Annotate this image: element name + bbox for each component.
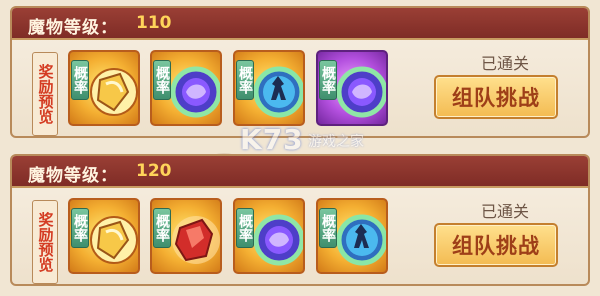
probability-label: 概率 bbox=[72, 66, 88, 94]
probability-label: 概率 bbox=[154, 66, 170, 94]
team-challenge-button-label: 组队挑战 bbox=[452, 234, 540, 258]
monster-level-value: 120 bbox=[136, 161, 172, 181]
reward-slot[interactable]: 概率 bbox=[150, 50, 222, 126]
panel-header: 魔物等级： 120 bbox=[12, 156, 588, 188]
monster-level-panel: 魔物等级： 120 奖励预览 概率 概率 概率 概率 已通关 组队挑战 bbox=[10, 154, 590, 286]
monster-level-label: 魔物等级： bbox=[28, 166, 118, 186]
team-challenge-button[interactable]: 组队挑战 bbox=[434, 223, 558, 267]
probability-badge: 概率 bbox=[319, 60, 337, 100]
reward-slot[interactable]: 概率 bbox=[68, 50, 140, 126]
reward-preview-tag: 奖励预览 bbox=[32, 52, 58, 136]
team-challenge-button-label: 组队挑战 bbox=[452, 86, 540, 110]
probability-badge: 概率 bbox=[319, 208, 337, 248]
team-challenge-button[interactable]: 组队挑战 bbox=[434, 75, 558, 119]
probability-label: 概率 bbox=[154, 214, 170, 242]
probability-label: 概率 bbox=[320, 66, 336, 94]
reward-preview-tag: 奖励预览 bbox=[32, 200, 58, 284]
probability-badge: 概率 bbox=[153, 60, 171, 100]
monster-level-panel: 魔物等级： 110 奖励预览 概率 概率 概率 概率 已通关 组队挑战 bbox=[10, 6, 590, 138]
monster-level-label: 魔物等级： bbox=[28, 18, 118, 38]
probability-label: 概率 bbox=[72, 214, 88, 242]
cleared-status: 已通关 bbox=[480, 202, 529, 221]
cleared-status: 已通关 bbox=[480, 54, 529, 73]
reward-slot[interactable]: 概率 bbox=[150, 198, 222, 274]
probability-label: 概率 bbox=[237, 214, 253, 242]
monster-level-value: 110 bbox=[136, 13, 172, 33]
probability-label: 概率 bbox=[320, 214, 336, 242]
probability-label: 概率 bbox=[237, 66, 253, 94]
reward-slot[interactable]: 概率 bbox=[316, 50, 388, 126]
reward-preview-text: 奖励预览 bbox=[36, 64, 55, 124]
reward-slot[interactable]: 概率 bbox=[68, 198, 140, 274]
probability-badge: 概率 bbox=[71, 208, 89, 248]
probability-badge: 概率 bbox=[71, 60, 89, 100]
reward-slot[interactable]: 概率 bbox=[233, 198, 305, 274]
reward-slot[interactable]: 概率 bbox=[233, 50, 305, 126]
panel-header: 魔物等级： 110 bbox=[12, 8, 588, 40]
probability-badge: 概率 bbox=[236, 208, 254, 248]
probability-badge: 概率 bbox=[153, 208, 171, 248]
probability-badge: 概率 bbox=[236, 60, 254, 100]
reward-preview-text: 奖励预览 bbox=[36, 212, 55, 272]
reward-slot[interactable]: 概率 bbox=[316, 198, 388, 274]
